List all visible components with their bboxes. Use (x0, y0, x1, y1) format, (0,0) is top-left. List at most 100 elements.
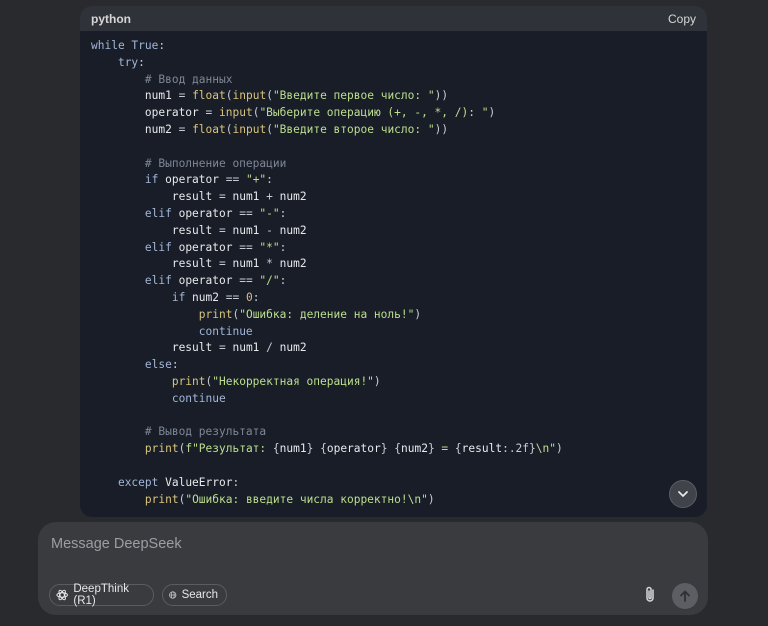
code-block-header: python Copy (80, 6, 707, 31)
code-token: "/" (259, 274, 280, 288)
code-token: if (171, 290, 186, 304)
code-token: : (138, 55, 145, 69)
code-token: )) (434, 89, 449, 103)
code-line: # Выполнение операции (91, 156, 696, 173)
globe-icon (169, 591, 177, 599)
code-token: result (171, 190, 213, 204)
code-token: "Введите второе число: " (272, 122, 435, 136)
code-token: num2 (400, 442, 428, 456)
code-token: = (434, 442, 455, 456)
code-token: : (158, 39, 166, 52)
code-token: == (232, 240, 260, 254)
code-token: "*" (259, 240, 280, 254)
code-token: float (192, 122, 226, 136)
code-token: "Введите первое число: " (272, 89, 435, 103)
message-input[interactable]: Message DeepSeek (51, 536, 182, 552)
code-line: elif operator == "*": (91, 240, 696, 257)
code-content: while True: try: # Ввод данных num1 = fl… (80, 31, 707, 508)
code-token: num1 (144, 89, 172, 103)
code-line: num1 = float(input("Введите первое число… (91, 88, 696, 105)
code-token: print (171, 374, 206, 388)
code-token: operator (171, 240, 233, 254)
code-line: print("Ошибка: деление на ноль!") (91, 307, 696, 324)
search-label: Search (181, 589, 218, 601)
code-token: ) (427, 492, 435, 506)
code-token: # Выполнение операции (144, 156, 287, 170)
code-token: "+" (245, 173, 267, 187)
code-token: print (144, 442, 179, 456)
send-button[interactable] (672, 583, 698, 609)
code-token: while True (91, 39, 159, 52)
code-token: "Некорректная операция!" (212, 374, 374, 388)
code-token: print (198, 307, 233, 321)
code-token: ) (414, 307, 422, 321)
code-line: print("Ошибка: введите числа корректно!\… (91, 492, 696, 509)
code-token: ValueError (158, 475, 233, 489)
code-token: == (232, 274, 260, 288)
attach-button[interactable] (640, 585, 660, 605)
deepthink-button[interactable]: DeepThink (R1) (49, 583, 154, 607)
code-token: = (212, 223, 233, 237)
copy-button[interactable]: Copy (668, 12, 696, 26)
code-token: continue (198, 324, 253, 338)
code-token: elif (144, 206, 172, 220)
code-token: num1 (232, 223, 260, 237)
message-composer[interactable]: Message DeepSeek DeepThink (R1) Search (38, 522, 708, 615)
code-token: = (212, 341, 233, 355)
code-token: num1 (232, 257, 260, 271)
chevron-down-icon (678, 491, 688, 497)
code-token: : (279, 206, 287, 220)
code-token: "Ошибка: введите числа корректно!\n" (185, 492, 428, 506)
code-line: try: (91, 55, 696, 72)
code-line: elif operator == "-": (91, 206, 696, 223)
code-block: python Copy while True: try: # Ввод данн… (80, 6, 707, 517)
code-token: ( (266, 89, 273, 103)
code-token: ( (266, 122, 273, 136)
code-token: "-" (259, 206, 280, 220)
code-line: result = num1 - num2 (91, 223, 696, 240)
code-line: except ValueError: (91, 475, 696, 492)
code-token: result (171, 223, 213, 237)
code-line: # Вывод результата (91, 424, 696, 441)
code-line: result = num1 / num2 (91, 340, 696, 357)
search-button[interactable]: Search (162, 584, 227, 606)
code-token: if (144, 173, 159, 187)
code-line: print("Некорректная операция!") (91, 374, 696, 391)
scroll-down-button[interactable] (669, 480, 697, 508)
code-token: num2 (279, 341, 307, 355)
code-line: if operator == "+": (91, 172, 696, 189)
deepthink-label: DeepThink (R1) (73, 583, 129, 607)
code-token: "Ошибка: деление на ноль!" (239, 307, 415, 321)
code-token: )) (434, 122, 449, 136)
atom-icon (56, 589, 68, 601)
code-token: { (454, 442, 462, 456)
code-token: = (171, 122, 193, 136)
code-token: num1 (232, 341, 260, 355)
code-token: + (259, 190, 280, 204)
code-token: input (232, 89, 267, 103)
code-token: input (219, 106, 253, 120)
code-token: operator (171, 206, 233, 220)
code-token: 0 (245, 290, 253, 304)
code-language-label: python (91, 11, 131, 26)
code-token: num2 (279, 223, 307, 237)
code-token: try (117, 55, 139, 69)
code-token: { (320, 442, 327, 456)
code-token: elif (144, 240, 172, 254)
